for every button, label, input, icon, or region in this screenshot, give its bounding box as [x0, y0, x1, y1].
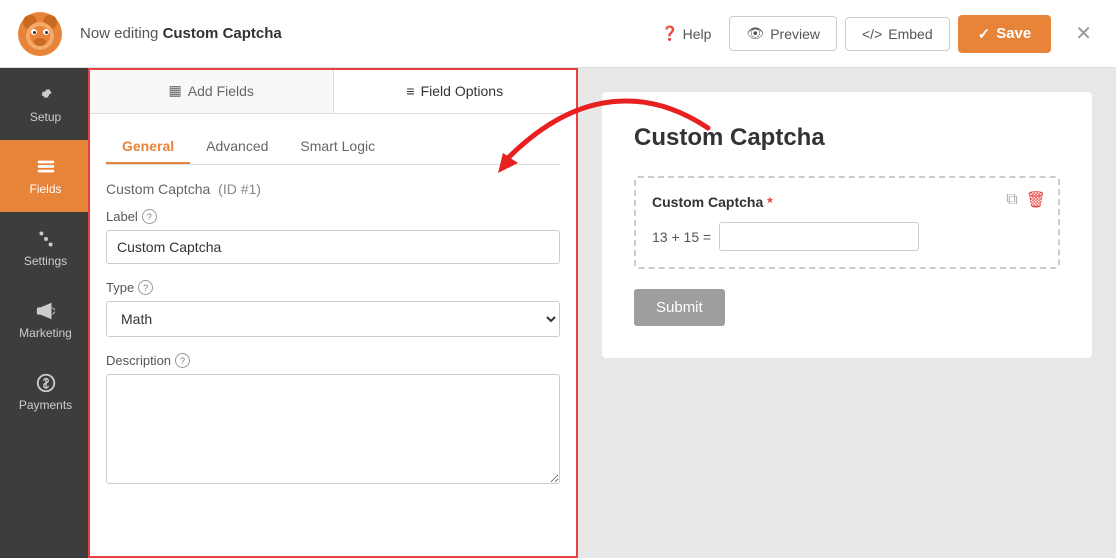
sidebar-item-settings[interactable]: Settings [0, 212, 88, 284]
check-icon: ✓ [978, 25, 991, 43]
description-group: Description ? [106, 353, 560, 487]
label-input[interactable] [106, 230, 560, 264]
sliders-icon [35, 228, 57, 250]
help-button[interactable]: ❓ Help [651, 19, 721, 48]
field-options-icon: ≡ [406, 83, 414, 99]
delete-field-button[interactable]: 🗑 [1026, 190, 1046, 210]
type-help-icon[interactable]: ? [138, 280, 153, 295]
left-panel: ▦ Add Fields ≡ Field Options General Adv… [88, 68, 578, 558]
embed-button[interactable]: </> Embed [845, 17, 950, 51]
sidebar-item-setup[interactable]: Setup [0, 68, 88, 140]
header-actions: ❓ Help 👁 Preview </> Embed ✓ Save ✕ [651, 13, 1100, 54]
dollar-icon [35, 372, 57, 394]
header-title: Now editing Custom Captcha [80, 25, 651, 42]
header: Now editing Custom Captcha ❓ Help 👁 Prev… [0, 0, 1116, 68]
description-textarea[interactable] [106, 374, 560, 484]
type-field-label: Type ? [106, 280, 560, 295]
captcha-field-actions: ⧉ 🗑 [1006, 190, 1046, 210]
captcha-answer-input[interactable] [719, 222, 919, 251]
sidebar-item-fields[interactable]: Fields [0, 140, 88, 212]
sidebar-item-setup-label: Setup [30, 110, 61, 124]
help-circle-icon: ❓ [661, 25, 678, 42]
fields-icon [35, 156, 57, 178]
preview-button[interactable]: 👁 Preview [729, 16, 837, 51]
megaphone-icon [35, 300, 57, 322]
sidebar-item-fields-label: Fields [29, 182, 61, 196]
main-layout: Setup Fields Settings Marketing [0, 68, 1116, 558]
sidebar-item-marketing[interactable]: Marketing [0, 284, 88, 356]
submit-button[interactable]: Submit [634, 289, 725, 326]
add-fields-icon: ▦ [169, 82, 182, 99]
app-logo [16, 10, 64, 58]
type-group: Type ? Math Question & Answer [106, 280, 560, 337]
required-star: * [767, 194, 772, 210]
save-button[interactable]: ✓ Save [958, 15, 1052, 53]
tab-add-fields[interactable]: ▦ Add Fields [90, 70, 334, 113]
sub-tab-smart-logic[interactable]: Smart Logic [284, 130, 391, 164]
field-group-title: Custom Captcha (ID #1) [106, 181, 560, 197]
sidebar: Setup Fields Settings Marketing [0, 68, 88, 558]
right-panel: Custom Captcha Custom Captcha * ⧉ 🗑 13 +… [578, 68, 1116, 558]
copy-field-button[interactable]: ⧉ [1006, 190, 1017, 210]
form-preview-title: Custom Captcha [634, 124, 1060, 152]
sidebar-item-settings-label: Settings [24, 254, 67, 268]
description-help-icon[interactable]: ? [175, 353, 190, 368]
label-field-label: Label ? [106, 209, 560, 224]
captcha-field-label: Custom Captcha * [652, 194, 1042, 210]
sidebar-item-payments[interactable]: Payments [0, 356, 88, 428]
description-field-label: Description ? [106, 353, 560, 368]
panel-content: General Advanced Smart Logic Custom Capt… [90, 114, 576, 556]
eye-icon: 👁 [746, 25, 764, 42]
close-button[interactable]: ✕ [1067, 13, 1100, 54]
code-icon: </> [862, 26, 882, 42]
panel-tabs: ▦ Add Fields ≡ Field Options [90, 70, 576, 114]
label-group: Label ? [106, 209, 560, 264]
sub-tabs: General Advanced Smart Logic [106, 130, 560, 165]
sub-tab-general[interactable]: General [106, 130, 190, 164]
gear-icon [35, 84, 57, 106]
sub-tab-advanced[interactable]: Advanced [190, 130, 284, 164]
label-help-icon[interactable]: ? [142, 209, 157, 224]
captcha-field-box: Custom Captcha * ⧉ 🗑 13 + 15 = [634, 176, 1060, 269]
captcha-equation: 13 + 15 = [652, 222, 1042, 251]
form-preview: Custom Captcha Custom Captcha * ⧉ 🗑 13 +… [602, 92, 1092, 358]
sidebar-item-payments-label: Payments [19, 398, 72, 412]
sidebar-item-marketing-label: Marketing [19, 326, 72, 340]
tab-field-options[interactable]: ≡ Field Options [334, 70, 577, 113]
type-select[interactable]: Math Question & Answer [106, 301, 560, 337]
